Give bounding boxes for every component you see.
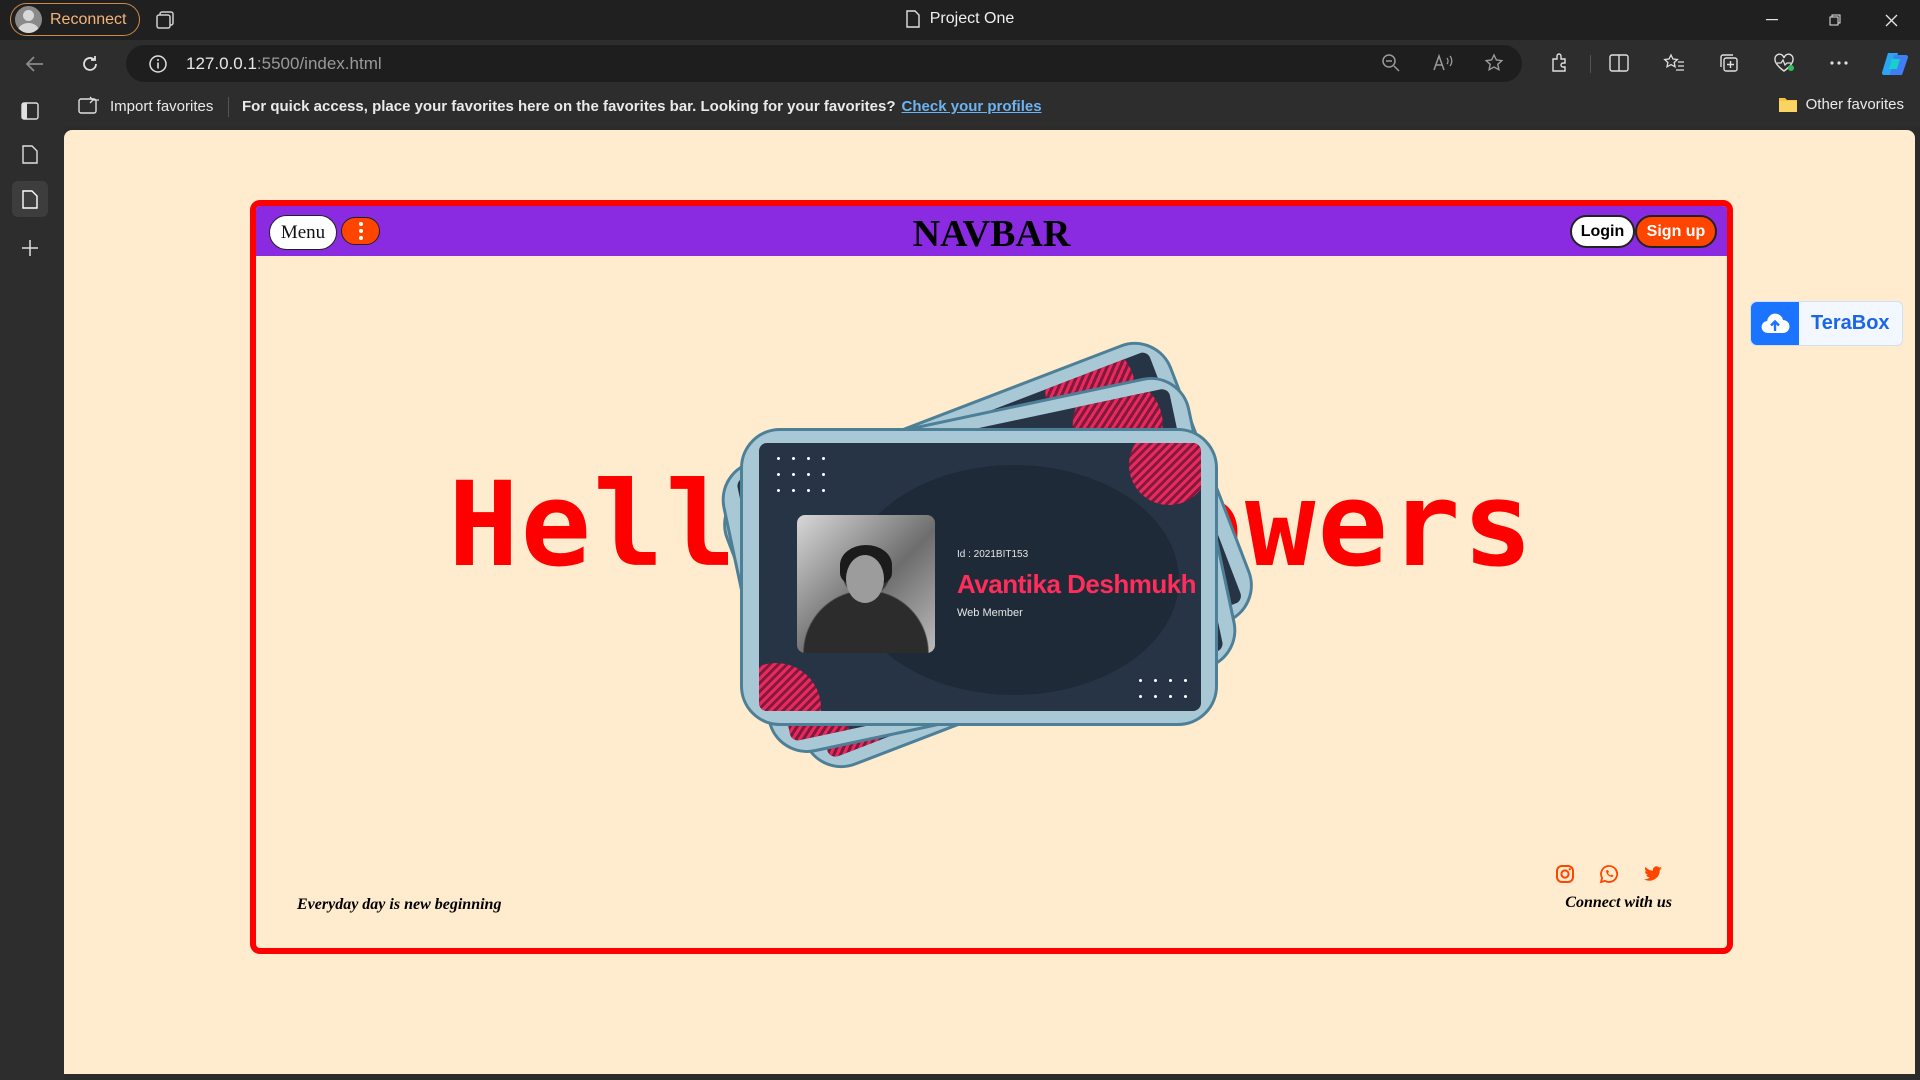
check-profiles-link[interactable]: Check your profiles [902,98,1042,115]
favorites-message-text: For quick access, place your favorites h… [242,98,896,115]
vertical-tabs-rail [0,87,64,1080]
vertical-tab-1[interactable] [12,136,48,172]
refresh-button[interactable] [77,51,103,77]
vertical-tab-2-active[interactable] [12,181,48,217]
favorites-divider [228,97,229,117]
social-links [1555,864,1663,884]
tab-panel-toggle[interactable] [12,93,48,129]
favorites-message: For quick access, place your favorites h… [242,98,1042,115]
url-path: :5500/index.html [256,54,382,73]
page-icon [906,10,920,28]
refresh-icon [83,56,97,71]
twitter-icon[interactable] [1643,864,1663,884]
address-bar[interactable]: 127.0.0.1:5500/index.html [126,45,1522,82]
page-viewport: Menu NAVBAR Login Sign up Hello Follower… [64,130,1915,1074]
card-dot-grid [777,457,825,492]
favorites-bar: Import favorites For quick access, place… [64,87,1920,127]
sidebar-toggle-icon [21,102,39,120]
close-window-button[interactable] [1863,0,1920,40]
extensions-icon[interactable] [1547,51,1571,75]
import-favorites-label: Import favorites [110,97,214,115]
site-info-icon[interactable] [148,54,168,74]
import-favorites-button[interactable]: Import favorites [78,96,213,116]
browser-essentials-icon[interactable] [1772,51,1796,75]
cloud-upload-icon [1751,302,1799,345]
connect-label: Connect with us [1565,894,1672,911]
restore-button[interactable] [1806,0,1863,40]
import-icon [78,96,99,114]
back-arrow-icon [25,56,43,72]
window-title: Project One [0,10,1920,28]
new-tab-button[interactable] [12,230,48,266]
card-decoration [1129,443,1201,505]
page-icon [22,189,38,209]
other-favorites-label: Other favorites [1805,96,1904,113]
back-button[interactable] [22,51,48,77]
favorite-star-icon[interactable] [1482,51,1506,75]
signup-button[interactable]: Sign up [1635,215,1717,248]
toolbar-divider [1590,55,1591,73]
window-title-text: Project One [929,10,1015,27]
card-decoration [759,663,821,711]
login-button[interactable]: Login [1570,215,1635,248]
url-host: 127.0.0.1 [186,54,257,73]
url-text[interactable]: 127.0.0.1:5500/index.html [186,54,382,74]
terabox-label: TeraBox [1811,312,1890,334]
page-icon [22,144,38,164]
card-name: Avantika Deshmukh [957,569,1197,599]
more-options-icon[interactable] [1827,51,1851,75]
terabox-extension-button[interactable]: TeraBox [1750,301,1903,346]
instagram-icon[interactable] [1555,864,1575,884]
plus-icon [22,240,38,256]
address-toolbar: 127.0.0.1:5500/index.html [0,40,1920,87]
id-card-image: Id : 2021BIT153 Avantika Deshmukh Web Me… [740,428,1218,726]
card-role: Web Member [957,607,1023,619]
zoom-icon[interactable] [1379,51,1403,75]
profile-photo [797,515,935,653]
minimize-button[interactable] [1743,0,1800,40]
favorites-icon[interactable] [1662,51,1686,75]
footer-tagline: Everyday day is new beginning [297,896,502,913]
whatsapp-icon[interactable] [1599,864,1619,884]
split-screen-icon[interactable] [1607,51,1631,75]
title-bar: Reconnect Project One [0,0,1920,40]
copilot-icon[interactable] [1880,50,1910,78]
card-dot-grid [1139,679,1187,711]
collections-icon[interactable] [1717,51,1741,75]
card-id: Id : 2021BIT153 [957,549,1029,560]
navbar-title: NAVBAR [912,213,1071,255]
other-favorites-button[interactable]: Other favorites [1778,96,1904,113]
folder-icon [1778,98,1797,112]
main-frame: Menu NAVBAR Login Sign up Hello Follower… [250,200,1733,954]
navbar: Menu NAVBAR Login Sign up [256,206,1727,256]
read-aloud-icon[interactable] [1431,51,1455,75]
